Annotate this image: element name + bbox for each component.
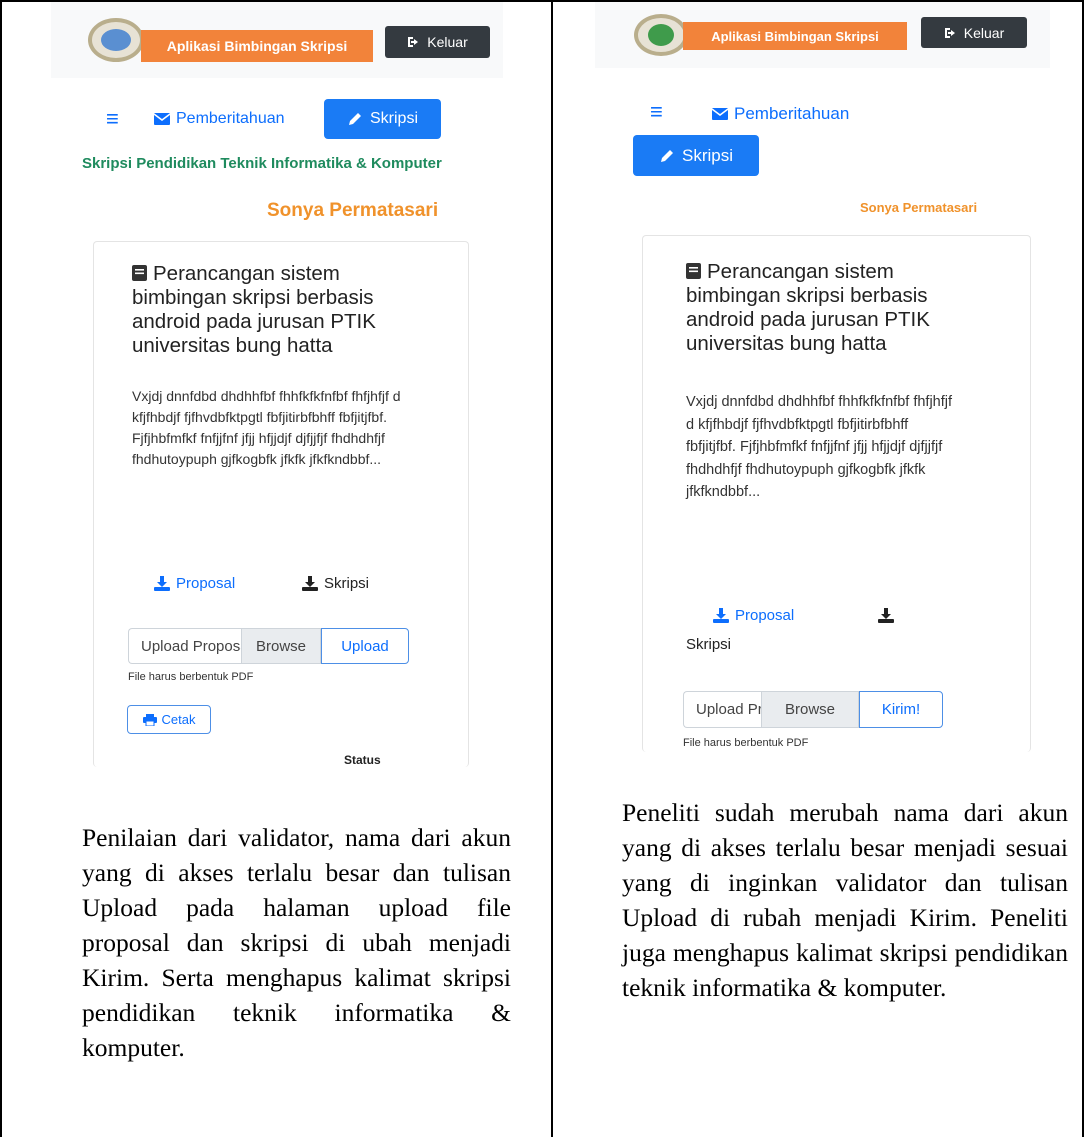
- download-proposal-link[interactable]: Proposal: [713, 607, 794, 624]
- upload-group: Upload Proposal Browse Kirim!: [683, 691, 943, 728]
- pencil-icon: [659, 148, 675, 164]
- status-label: Status: [344, 753, 381, 767]
- column-divider: [551, 0, 553, 1137]
- thesis-title: Perancangan sistem bimbingan skripsi ber…: [132, 262, 402, 358]
- hamburger-menu-icon[interactable]: ≡: [106, 106, 119, 132]
- nav-skripsi-button[interactable]: Skripsi: [633, 135, 759, 176]
- logout-label: Keluar: [963, 24, 1005, 41]
- right-caption: Peneliti sudah merubah nama dari akun ya…: [622, 798, 1068, 1002]
- app-brand[interactable]: Aplikasi Bimbingan Skripsi: [141, 30, 373, 62]
- download-proposal-label: Proposal: [735, 607, 795, 624]
- page-subtitle: Skripsi Pendidikan Teknik Informatika & …: [82, 155, 442, 172]
- download-icon: [302, 576, 318, 591]
- browse-button[interactable]: Browse: [241, 628, 321, 664]
- sign-out-icon: [407, 36, 421, 48]
- browse-button[interactable]: Browse: [761, 691, 859, 728]
- download-skripsi-link[interactable]: Skripsi: [302, 575, 369, 592]
- book-icon: [132, 265, 147, 281]
- envelope-icon: [154, 113, 170, 125]
- file-input[interactable]: Upload Proposal: [128, 628, 241, 664]
- download-proposal-link[interactable]: Proposal: [154, 575, 235, 592]
- nav-notifications-label: Pemberitahuan: [176, 110, 285, 127]
- nav-skripsi-button[interactable]: Skripsi: [324, 99, 441, 139]
- nav-skripsi-label: Skripsi: [681, 145, 733, 165]
- pencil-icon: [347, 111, 363, 127]
- file-helper-text: File harus berbentuk PDF: [128, 671, 254, 683]
- logout-label: Keluar: [427, 34, 468, 50]
- nav-skripsi-label: Skripsi: [369, 110, 418, 127]
- user-name: Sonya Permatasari: [267, 200, 439, 221]
- hamburger-menu-icon[interactable]: ≡: [650, 99, 663, 125]
- nav-notifications[interactable]: Pemberitahuan: [712, 104, 849, 124]
- thesis-abstract: Vxjdj dnnfdbd dhdhhfbf fhhfkfkfnfbf fhfj…: [132, 388, 401, 467]
- left-caption: Penilaian dari validator, nama dari akun…: [82, 823, 511, 1062]
- print-label: Cetak: [161, 712, 196, 727]
- print-button[interactable]: Cetak: [127, 705, 211, 734]
- upload-button[interactable]: Upload: [321, 628, 409, 664]
- kirim-button[interactable]: Kirim!: [859, 691, 943, 728]
- download-skripsi-label: Skripsi: [324, 575, 370, 592]
- sign-out-icon: [944, 27, 958, 39]
- thesis-abstract: Vxjdj dnnfdbd dhdhhfbf fhhfkfkfnfbf fhfj…: [686, 394, 953, 500]
- app-brand[interactable]: Aplikasi Bimbingan Skripsi: [683, 22, 907, 50]
- thesis-title-text: Perancangan sistem bimbingan skripsi ber…: [686, 260, 930, 355]
- print-icon: [142, 713, 157, 726]
- upload-group: Upload Proposal Browse Upload: [128, 628, 409, 664]
- envelope-icon: [712, 108, 728, 120]
- logout-button[interactable]: Keluar: [385, 26, 490, 58]
- thesis-title: Perancangan sistem bimbingan skripsi ber…: [686, 260, 936, 356]
- file-helper-text: File harus berbentuk PDF: [683, 737, 809, 749]
- download-icon: [713, 608, 729, 623]
- nav-notifications[interactable]: Pemberitahuan: [154, 110, 285, 128]
- book-icon: [686, 263, 701, 279]
- download-skripsi-label[interactable]: Skripsi: [686, 636, 731, 653]
- download-skripsi-icon-link[interactable]: [878, 608, 894, 623]
- nav-notifications-label: Pemberitahuan: [734, 104, 850, 123]
- university-logo-icon: [634, 14, 688, 56]
- download-proposal-label: Proposal: [176, 575, 236, 592]
- thesis-card: Perancangan sistem bimbingan skripsi ber…: [642, 235, 1031, 752]
- thesis-title-text: Perancangan sistem bimbingan skripsi ber…: [132, 262, 376, 357]
- user-name: Sonya Permatasari: [860, 200, 978, 215]
- university-logo-icon: [88, 18, 144, 62]
- download-icon: [878, 608, 894, 623]
- thesis-card: Perancangan sistem bimbingan skripsi ber…: [93, 241, 469, 767]
- logout-button[interactable]: Keluar: [921, 17, 1027, 48]
- download-icon: [154, 576, 170, 591]
- file-input[interactable]: Upload Proposal: [683, 691, 761, 728]
